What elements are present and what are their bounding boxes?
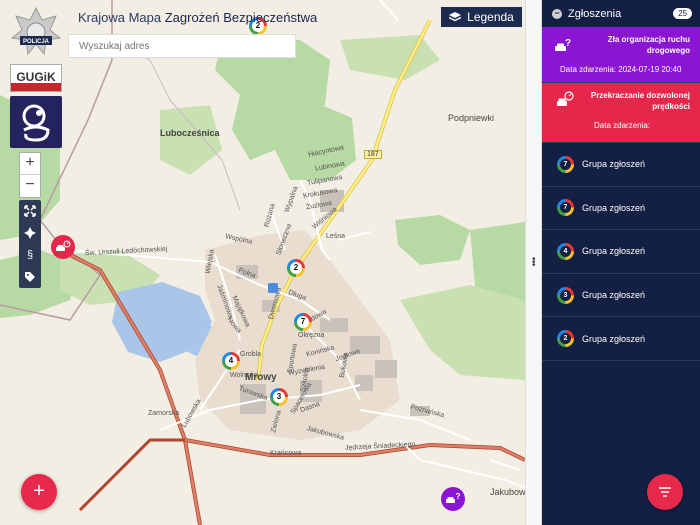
- street-label: Okrężna: [298, 332, 325, 339]
- fullscreen-icon[interactable]: [19, 200, 41, 222]
- report-card[interactable]: Przekraczanie dozwolonej prędkości Data …: [542, 83, 700, 143]
- report-date: Data zdarzenia: 2024-07-19 20:40: [560, 65, 682, 74]
- group-label: Grupa zgłoszeń: [582, 333, 646, 344]
- cluster-icon: 3: [557, 286, 574, 304]
- report-card[interactable]: ? Zła organizacja ruchu drogowego Data z…: [542, 27, 700, 83]
- group-label: Grupa zgłoszeń: [582, 290, 646, 301]
- zoom-control: + −: [19, 152, 41, 198]
- street-label: Krańcowa: [270, 450, 302, 457]
- geoportal-logo: [10, 96, 62, 148]
- place-label: Lubocześnica: [160, 128, 220, 138]
- panel-title: Zgłoszenia: [568, 7, 622, 20]
- map-background: [0, 0, 525, 525]
- group-label: Grupa zgłoszeń: [582, 246, 646, 257]
- reports-count-badge: 25: [673, 8, 692, 19]
- group-label: Grupa zgłoszeń: [582, 159, 646, 170]
- place-label: Jakubowo: [490, 487, 525, 497]
- report-date: Data zdarzenia:: [594, 121, 651, 130]
- car-question-icon: ?: [446, 492, 461, 503]
- add-report-button[interactable]: +: [21, 474, 57, 510]
- street-label: Grobla: [240, 351, 262, 358]
- report-group-item[interactable]: 4 Grupa zgłoszeń: [542, 230, 700, 274]
- map-canvas[interactable]: Lubocześnica Podpniewki Jakubowo Mrowy 1…: [0, 0, 525, 525]
- street-label: Wolności: [230, 372, 259, 379]
- car-question-icon: ?: [555, 38, 571, 51]
- locate-icon[interactable]: [19, 222, 41, 244]
- road-number-badge: 187: [364, 150, 382, 159]
- report-group-item[interactable]: 2 Grupa zgłoszeń: [542, 317, 700, 361]
- panel-resize-handle[interactable]: • • •: [525, 0, 542, 525]
- report-group-item[interactable]: 7 Grupa zgłoszeń: [542, 187, 700, 231]
- cluster-marker[interactable]: 2: [287, 259, 305, 277]
- street-label: Leśna: [326, 233, 346, 240]
- svg-text:?: ?: [565, 38, 571, 49]
- place-label: Podpniewki: [448, 113, 495, 123]
- gugik-logo: GUGiK: [10, 64, 62, 92]
- map-tools: §: [19, 200, 41, 288]
- collapse-icon[interactable]: −: [552, 8, 562, 19]
- cluster-icon: 7: [557, 155, 574, 173]
- cluster-marker[interactable]: 7: [294, 313, 312, 331]
- drag-handle-icon: • • •: [532, 254, 536, 271]
- page-title: Krajowa Mapa Zagrożeń Bezpieczeństwa: [78, 10, 318, 25]
- zoom-in-button[interactable]: +: [20, 153, 40, 175]
- cluster-icon: 7: [557, 199, 574, 217]
- cluster-marker[interactable]: 4: [222, 352, 240, 370]
- reports-panel: − Zgłoszenia 25 ? Zła organizacja ruchu …: [542, 0, 700, 525]
- svg-text:POLICJA: POLICJA: [23, 39, 50, 45]
- report-group-item[interactable]: 7 Grupa zgłoszeń: [542, 143, 700, 187]
- tags-icon[interactable]: [19, 266, 41, 288]
- filter-icon: [659, 487, 671, 497]
- filter-button[interactable]: [647, 474, 683, 510]
- group-label: Grupa zgłoszeń: [582, 202, 646, 213]
- street-label: Zamorska: [148, 410, 180, 417]
- speeding-incident-pin[interactable]: [51, 235, 75, 259]
- report-title: Przekraczanie dozwolonej prędkości: [590, 91, 690, 111]
- bus-stop-icon: [268, 283, 278, 293]
- report-group-item[interactable]: 3 Grupa zgłoszeń: [542, 274, 700, 318]
- legend-button[interactable]: Legenda: [441, 7, 522, 27]
- traffic-organization-incident-pin[interactable]: ?: [441, 487, 465, 511]
- car-speed-icon: [557, 91, 574, 106]
- address-search-input[interactable]: [68, 34, 296, 58]
- report-title: Zła organizacja ruchu drogowego: [607, 35, 690, 55]
- svg-text:GUGiK: GUGiK: [16, 70, 56, 84]
- panel-header: − Zgłoszenia 25: [542, 0, 700, 27]
- policja-logo: POLICJA: [10, 6, 62, 58]
- paragraph-icon[interactable]: §: [19, 244, 41, 266]
- cluster-marker[interactable]: 3: [270, 388, 288, 406]
- car-speed-icon: [56, 240, 71, 251]
- cluster-icon: 4: [557, 242, 574, 260]
- layers-icon: [449, 11, 462, 21]
- legend-label: Legenda: [467, 10, 514, 24]
- svg-text:?: ?: [456, 492, 461, 501]
- cluster-icon: 2: [557, 330, 574, 348]
- zoom-out-button[interactable]: −: [20, 175, 40, 197]
